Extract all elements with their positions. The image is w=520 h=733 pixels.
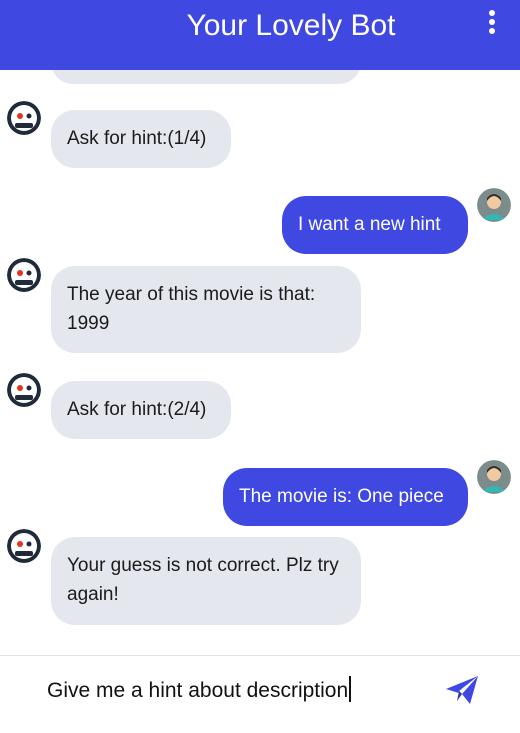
bot-message-bubble: Ask for hint:(1/4) [51, 110, 231, 168]
message-composer: Give me a hint about description [0, 655, 520, 733]
bot-message-bubble: Your guess is not correct. Plz try again… [51, 537, 361, 625]
message-input-value: Give me a hint about description [47, 679, 349, 702]
user-avatar-icon [477, 188, 511, 222]
send-button[interactable] [442, 670, 482, 710]
bot-avatar-icon [7, 101, 41, 135]
user-message-bubble: The movie is: One piece [223, 468, 468, 526]
bot-message-bubble: Ask for hint:(2/4) [51, 381, 231, 439]
bot-message-bubble [51, 70, 361, 84]
message-input[interactable]: Give me a hint about description [47, 674, 427, 708]
more-vertical-icon[interactable] [488, 10, 496, 34]
app-title: Your Lovely Bot [186, 9, 396, 42]
user-message-bubble: I want a new hint [282, 196, 468, 254]
paper-plane-icon [446, 676, 478, 704]
app-header: Your Lovely Bot [0, 0, 520, 70]
bot-avatar-icon [7, 529, 41, 563]
user-avatar-icon [477, 460, 511, 494]
chat-history[interactable]: Ask for hint:(1/4) I want a new hint The… [0, 70, 520, 655]
bot-avatar-icon [7, 258, 41, 292]
text-caret [349, 676, 351, 702]
bot-avatar-icon [7, 373, 41, 407]
bot-message-bubble: The year of this movie is that: 1999 [51, 266, 361, 353]
